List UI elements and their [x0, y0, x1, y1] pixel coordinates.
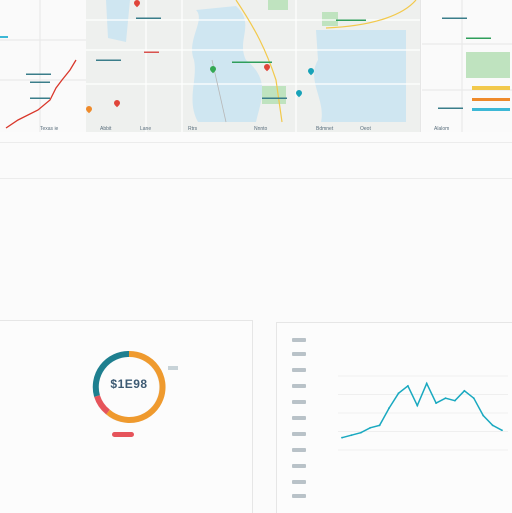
map-label: ▬▬▬▬▬	[262, 95, 287, 101]
map-right-grid	[422, 0, 512, 132]
data-point	[406, 384, 409, 387]
park	[268, 0, 288, 10]
divider	[0, 142, 512, 143]
map-label: ▬▬▬▬▬	[442, 15, 467, 21]
map-right-panel[interactable]: ▬▬▬▬▬ ▬▬▬▬▬ ▬▬▬▬▬	[422, 0, 512, 132]
data-point	[388, 407, 390, 409]
data-point	[397, 392, 400, 395]
map-bottom-label: Oeot	[360, 126, 371, 132]
gauge-arc-red	[94, 394, 110, 415]
map-bottom-label: Rtrs	[188, 126, 198, 132]
map-bottom-label: Nnnto	[254, 126, 268, 132]
data-point	[444, 397, 447, 400]
data-point	[416, 404, 419, 407]
legend-block	[472, 86, 510, 90]
data-point	[491, 424, 494, 427]
y-tick-label	[292, 432, 306, 436]
y-tick-label	[292, 416, 306, 420]
legend-block	[472, 98, 510, 101]
map-label: ▬▬▬▬▬▬	[336, 17, 366, 23]
data-point	[341, 436, 343, 439]
y-tick-label	[292, 464, 306, 468]
gauge-indicator	[112, 432, 134, 437]
gauge-value: $1E98	[110, 377, 148, 391]
map-label: ▬▬▬▬	[30, 95, 50, 101]
map-label: ▬▬▬▬▬	[96, 57, 121, 63]
y-tick-label	[292, 400, 306, 404]
highway	[325, 0, 417, 29]
line-chart	[338, 375, 508, 451]
y-tick-label	[292, 338, 306, 342]
map-label: ▬▬▬	[144, 49, 159, 55]
data-point	[482, 414, 485, 417]
data-point	[501, 429, 503, 432]
map-label: ▬▬▬▬▬	[466, 35, 491, 41]
map-bottom-label: Abbit	[100, 126, 112, 132]
map-bottom-label: Lane	[140, 126, 152, 132]
map-left-panel[interactable]: ▬▬▬▬▬ ▬▬▬▬ ▬▬▬▬	[0, 0, 87, 132]
data-point	[359, 431, 362, 434]
data-point	[425, 382, 428, 385]
legend-block	[472, 108, 510, 111]
gauge-tag	[168, 366, 178, 370]
data-point	[369, 426, 372, 429]
data-point	[472, 397, 475, 400]
data-point	[378, 424, 381, 427]
map-bottom-label: Alalom	[434, 126, 450, 132]
map-left-grid	[0, 0, 86, 132]
lake-top	[106, 0, 130, 42]
y-tick-label	[292, 352, 306, 356]
map-bottom-label: Bdmnet	[316, 126, 334, 132]
map-main-panel[interactable]: ▬▬▬▬▬ ▬▬▬ ▬▬▬▬▬ ▬▬▬▬▬▬▬▬ ▬▬▬▬▬▬ ▬▬▬▬▬	[86, 0, 421, 132]
map-label: ▬▬▬▬▬	[136, 15, 161, 21]
y-tick-label	[292, 494, 306, 498]
data-point	[435, 402, 438, 405]
divider	[0, 178, 512, 179]
map-bottom-label: Texas ie	[40, 126, 59, 132]
data-point	[350, 434, 353, 437]
y-tick-label	[292, 480, 306, 484]
y-tick-label	[292, 384, 306, 388]
legend-block	[466, 52, 510, 78]
map-strip[interactable]: ▬▬▬▬▬ ▬▬▬▬ ▬▬▬▬ ▬▬▬▬▬ ▬▬▬ ▬▬▬▬▬ ▬▬▬▬▬▬▬▬…	[0, 0, 512, 132]
data-point	[454, 399, 456, 402]
lake-right	[314, 30, 406, 122]
y-tick-label	[292, 448, 306, 452]
map-label: ▬▬▬▬	[30, 79, 50, 85]
series-line	[341, 381, 503, 439]
y-tick-label	[292, 368, 306, 372]
data-point	[463, 389, 466, 392]
map-label: ▬▬▬▬▬	[438, 105, 463, 111]
map-label: ▬▬▬▬▬	[26, 71, 51, 77]
